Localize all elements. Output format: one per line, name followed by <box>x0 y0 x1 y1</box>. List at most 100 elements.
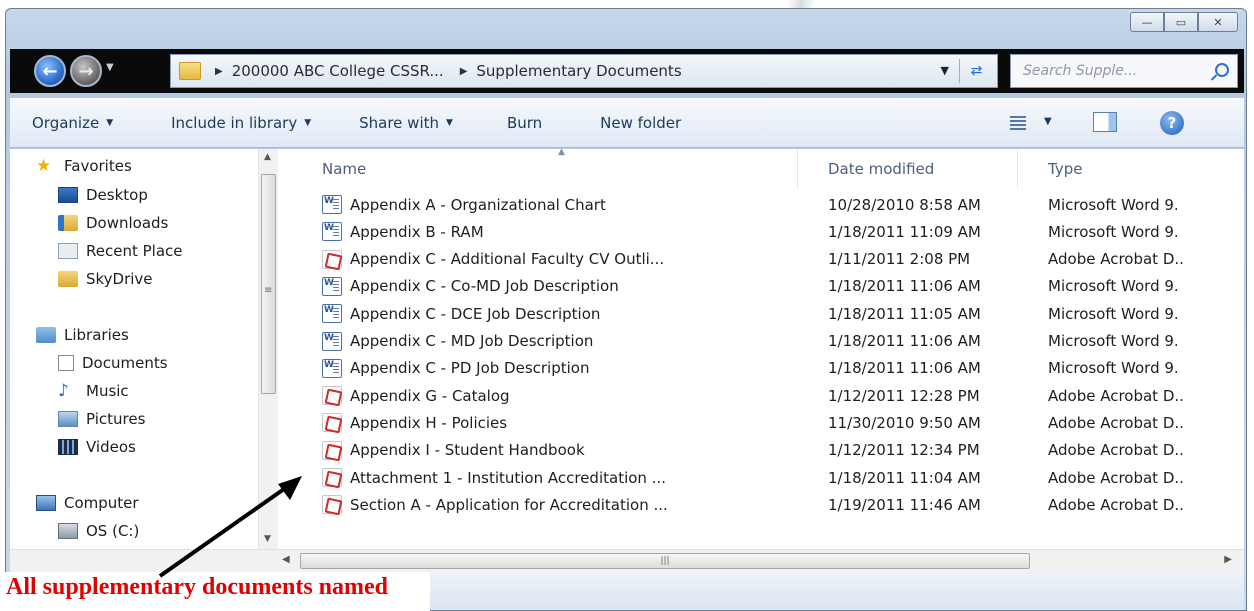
nav-item-pictures[interactable]: Pictures <box>58 410 145 428</box>
column-header-name[interactable]: Name ▲ <box>288 149 798 189</box>
breadcrumb-current[interactable]: ▶ Supplementary Documents <box>460 62 682 80</box>
navigation-pane-scrollbar[interactable]: ▲ ≡ ▼ <box>258 149 278 549</box>
file-name: Appendix I - Student Handbook <box>350 441 585 460</box>
share-with-label: Share with <box>359 114 440 132</box>
scrollbar-thumb[interactable] <box>261 174 276 394</box>
back-button[interactable]: ← <box>34 55 66 87</box>
navigation-bar: ← → ▼ ▶ 200000 ABC College CSSR... ▶ Suppl… <box>10 49 1244 93</box>
star-icon: ★ <box>36 156 52 176</box>
search-placeholder: Search Supple... <box>1023 63 1138 79</box>
maximize-button[interactable]: ▭ <box>1164 12 1198 32</box>
file-date-modified: 1/18/2011 11:05 AM <box>828 304 981 323</box>
burn-button[interactable]: Burn <box>507 114 542 132</box>
nav-item-label: Music <box>86 382 129 400</box>
file-date-modified: 1/18/2011 11:06 AM <box>828 332 981 350</box>
horizontal-scrollbar-thumb[interactable]: ||| <box>300 553 1030 569</box>
scroll-down-icon[interactable]: ▼ <box>264 534 271 544</box>
file-type: Adobe Acrobat D.. <box>1048 441 1184 460</box>
nav-item-videos[interactable]: Videos <box>58 438 136 456</box>
minimize-button[interactable]: — <box>1130 12 1164 32</box>
share-with-button[interactable]: Share with ▼ <box>359 114 453 132</box>
file-row[interactable]: Appendix C - MD Job Description 1/18/2011… <box>288 328 1244 355</box>
folder-icon <box>58 271 78 287</box>
file-row[interactable]: Appendix I - Student Handbook 1/12/2011 1… <box>288 437 1244 464</box>
window-caption-buttons: — ▭ ✕ <box>1130 12 1238 32</box>
nav-item-music[interactable]: ♪ Music <box>58 382 129 400</box>
nav-item-label: Desktop <box>86 186 148 204</box>
file-type: Microsoft Word 9. <box>1048 359 1179 378</box>
column-header-date-modified[interactable]: Date modified <box>794 149 1018 189</box>
view-options-dropdown[interactable]: ▼ <box>1044 116 1052 127</box>
file-name: Appendix H - Policies <box>350 413 508 432</box>
file-row[interactable]: Appendix G - Catalog 1/12/2011 12:28 PM Ad… <box>288 382 1244 409</box>
nav-item-favorites[interactable]: ★ Favorites <box>36 157 132 175</box>
search-input[interactable]: Search Supple... <box>1010 54 1238 88</box>
pdf-document-icon <box>322 386 342 406</box>
scroll-right-icon[interactable]: ▶ <box>1224 554 1232 565</box>
breadcrumb-parent[interactable]: ▶ 200000 ABC College CSSR... <box>215 62 444 80</box>
word-document-icon <box>322 304 342 324</box>
column-header-type[interactable]: Type <box>1014 149 1244 189</box>
file-row[interactable]: Appendix C - PD Job Description 1/18/2011… <box>288 355 1244 382</box>
breadcrumb-current-label: Supplementary Documents <box>476 62 682 80</box>
file-row[interactable]: Appendix H - Policies 11/30/2010 9:50 AM A… <box>288 409 1244 436</box>
change-view-icon[interactable] <box>1010 116 1026 130</box>
file-row[interactable]: Appendix C - DCE Job Description 1/18/201… <box>288 300 1244 327</box>
organize-button[interactable]: Organize ▼ <box>32 114 113 132</box>
horizontal-scrollbar[interactable]: ◀ ||| ▶ <box>10 549 1244 571</box>
help-icon[interactable]: ? <box>1160 111 1184 135</box>
recent-places-icon <box>58 243 78 259</box>
nav-item-documents[interactable]: Documents <box>58 354 168 372</box>
file-row[interactable]: Section A - Application for Accreditatio… <box>288 491 1244 518</box>
chevron-down-icon: ▼ <box>106 118 114 128</box>
file-name: Section A - Application for Accreditatio… <box>350 495 668 514</box>
breadcrumb-arrow-icon: ▶ <box>459 65 468 77</box>
nav-item-label: Pictures <box>86 410 146 428</box>
chevron-down-icon: ▼ <box>446 118 453 128</box>
nav-item-desktop[interactable]: Desktop <box>58 186 148 204</box>
nav-item-label: Recent Placе <box>86 242 183 260</box>
address-bar[interactable]: ▶ 200000 ABC College CSSR... ▶ Supplementa… <box>170 54 998 88</box>
file-type: Microsoft Word 9. <box>1048 304 1179 323</box>
new-folder-button[interactable]: New folder <box>600 114 681 132</box>
annotation-text: All supplementary documents named <box>6 574 389 600</box>
file-row[interactable]: Appendix C - Co-MD Job Description 1/18/2… <box>288 273 1244 300</box>
file-type: Adobe Acrobat D.. <box>1048 386 1184 405</box>
file-row[interactable]: Appendix C - Additional Faculty CV Outli… <box>288 246 1244 273</box>
new-folder-label: New folder <box>600 114 682 132</box>
nav-item-recent-places[interactable]: Recent Placе <box>58 242 183 260</box>
file-row[interactable]: Appendix B - RAM 1/18/2011 11:09 AM Micros… <box>288 218 1244 245</box>
close-button[interactable]: ✕ <box>1198 12 1238 32</box>
address-history-dropdown[interactable]: ▼ <box>941 64 949 77</box>
search-icon[interactable] <box>1215 63 1229 77</box>
refresh-button[interactable]: ⇄ <box>959 59 993 83</box>
nav-item-label: Videos <box>86 438 136 456</box>
file-name: Appendix C - Additional Faculty CV Outli… <box>350 250 665 269</box>
scroll-up-icon[interactable]: ▲ <box>264 152 271 162</box>
pdf-document-icon <box>322 249 342 269</box>
file-date-modified: 10/28/2010 8:58 AM <box>828 195 981 214</box>
file-name: Appendix A - Organizational Chart <box>350 195 606 214</box>
include-in-library-button[interactable]: Include in library ▼ <box>171 114 311 132</box>
file-date-modified: 1/18/2011 11:04 AM <box>828 468 981 487</box>
nav-item-os-drive[interactable]: OS (C:) <box>58 522 139 540</box>
file-row[interactable]: Appendix A - Organizational Chart 10/28/2… <box>288 191 1244 218</box>
file-name: Attachment 1 - Institution Accreditation… <box>350 468 667 487</box>
preview-pane-icon[interactable] <box>1093 112 1117 132</box>
forward-button[interactable]: → <box>70 55 102 87</box>
nav-item-downloads[interactable]: Downloads <box>58 214 168 232</box>
nav-item-libraries[interactable]: Libraries <box>36 326 129 344</box>
scroll-left-icon[interactable]: ◀ <box>282 554 290 565</box>
nav-item-computer[interactable]: Computer <box>36 494 139 512</box>
nav-item-skydrive[interactable]: SkyDrive <box>58 270 153 288</box>
arrow-left-icon: ← <box>42 60 58 82</box>
word-document-icon <box>322 276 342 296</box>
pdf-document-icon <box>322 440 342 460</box>
computer-icon <box>36 495 56 511</box>
burn-label: Burn <box>506 114 543 132</box>
arrow-right-icon: → <box>78 60 94 82</box>
videos-icon <box>58 439 78 455</box>
file-row[interactable]: Attachment 1 - Institution Accreditation… <box>288 464 1244 491</box>
recent-pages-dropdown[interactable]: ▼ <box>106 62 114 73</box>
file-date-modified: 1/11/2011 2:08 PM <box>828 250 971 269</box>
